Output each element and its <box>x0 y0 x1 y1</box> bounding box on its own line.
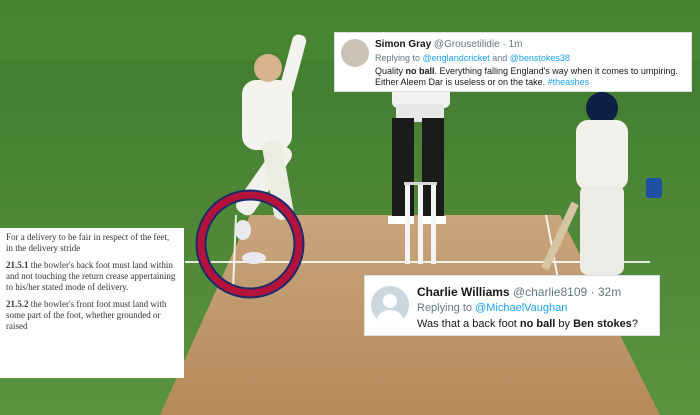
tweet-card-charlie-williams[interactable]: Charlie Williams @charlie8109 · 32m Repl… <box>364 275 660 336</box>
rule-intro: For a delivery to be fair in respect of … <box>6 232 170 253</box>
tweet-author-handle[interactable]: @Grousetilidie <box>434 39 500 50</box>
tweet-timestamp[interactable]: 32m <box>598 285 621 299</box>
tweet-text: ? <box>631 318 638 330</box>
mention-link[interactable]: @MichaelVaughan <box>475 302 567 314</box>
tweet-text-bold: Ben stokes <box>573 318 632 330</box>
tweet-text-bold: no ball <box>519 318 556 330</box>
replying-prefix: Replying to <box>417 302 476 314</box>
separator-dot: · <box>590 285 595 299</box>
replying-to-line: Replying to @englandcricket and @benstok… <box>375 53 570 63</box>
tweet-card-simon-gray[interactable]: Simon Gray @Grousetilidie · 1m Replying … <box>334 32 692 92</box>
replying-and: and <box>489 53 510 63</box>
replying-prefix: Replying to <box>375 53 423 63</box>
rule-text: the bowler's back foot must land within … <box>6 260 176 292</box>
tweet-author-handle[interactable]: @charlie8109 <box>513 285 587 299</box>
rule-text: the bowler's front foot must land with s… <box>6 299 167 331</box>
tweet-header: Charlie Williams @charlie8109 · 32m <box>417 285 621 299</box>
rule-number: 21.5.1 <box>6 260 29 270</box>
replying-to-line: Replying to @MichaelVaughan <box>417 302 567 314</box>
hashtag-link[interactable]: #theashes <box>548 77 590 87</box>
tweet-author-name[interactable]: Simon Gray <box>375 39 431 50</box>
rule-21-5-2: 21.5.2 the bowler's front foot must land… <box>6 299 178 332</box>
mention-link[interactable]: @englandcricket <box>423 53 490 63</box>
tweet-timestamp[interactable]: 1m <box>509 39 523 50</box>
avatar[interactable] <box>371 286 409 324</box>
tweet-text: Quality <box>375 66 406 76</box>
rule-number: 21.5.2 <box>6 299 29 309</box>
stumps <box>404 182 437 264</box>
tweet-text: by <box>555 318 574 330</box>
mention-link[interactable]: @benstokes38 <box>510 53 570 63</box>
tweet-header: Simon Gray @Grousetilidie · 1m <box>375 39 522 50</box>
separator-dot: · <box>502 39 506 50</box>
tweet-text-bold: no ball <box>405 66 435 76</box>
tweet-text: Was that a back foot <box>417 318 520 330</box>
rule-21-5-1: 21.5.1 the bowler's back foot must land … <box>6 260 178 293</box>
tweet-body: Was that a back foot no ball by Ben stok… <box>417 318 638 330</box>
tweet-author-name[interactable]: Charlie Williams <box>417 285 510 299</box>
default-avatar-icon <box>371 286 409 324</box>
tweet-body: Quality no ball. Everything falling Engl… <box>375 66 689 88</box>
avatar[interactable] <box>341 39 369 67</box>
laws-excerpt-panel: For a delivery to be fair in respect of … <box>0 228 184 378</box>
